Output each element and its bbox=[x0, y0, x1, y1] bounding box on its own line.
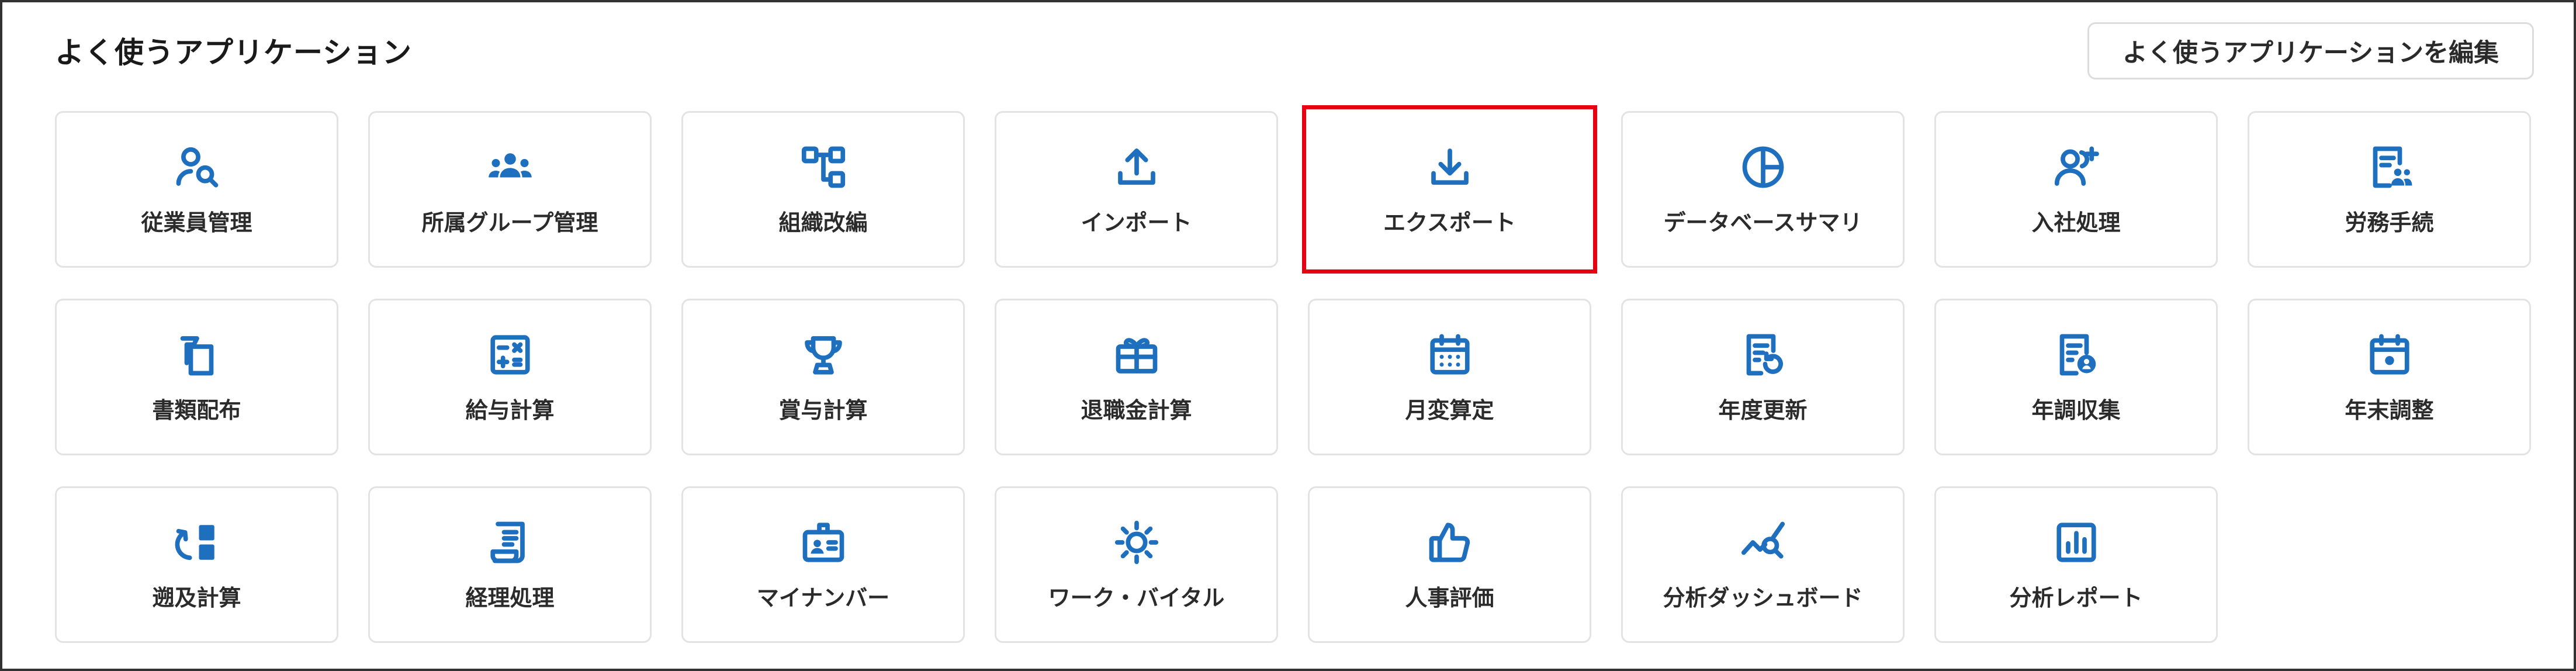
document-person-icon bbox=[2052, 330, 2101, 379]
app-tile-analytics-dashboard[interactable]: 分析ダッシュボード bbox=[1621, 486, 1905, 643]
app-tile-accounting[interactable]: 経理処理 bbox=[368, 486, 652, 643]
org-chart-icon bbox=[799, 143, 848, 192]
app-tile-year-end-collection[interactable]: 年調収集 bbox=[1934, 299, 2218, 455]
app-tile-work-vital[interactable]: ワーク・バイタル bbox=[995, 486, 1278, 643]
app-tile-retirement[interactable]: 退職金計算 bbox=[995, 299, 1278, 455]
app-label: 退職金計算 bbox=[1081, 397, 1192, 423]
document-stack-icon bbox=[172, 330, 221, 379]
app-label: マイナンバー bbox=[756, 584, 890, 611]
calendar-grid-icon bbox=[1425, 330, 1474, 379]
app-label: 月変算定 bbox=[1405, 397, 1494, 423]
id-badge-icon bbox=[799, 518, 848, 567]
bar-report-icon bbox=[2052, 518, 2101, 567]
app-tile-employee-management[interactable]: 従業員管理 bbox=[55, 111, 338, 268]
app-label: 所属グループ管理 bbox=[421, 209, 598, 236]
app-grid: 従業員管理 所属グループ管理 組織改編 インポート エクスポート データベースサ… bbox=[55, 105, 2533, 643]
app-tile-retroactive[interactable]: 遡及計算 bbox=[55, 486, 338, 643]
person-add-icon bbox=[2052, 143, 2101, 192]
edit-favorites-button[interactable]: よく使うアプリケーションを編集 bbox=[2087, 22, 2534, 79]
app-label: 給与計算 bbox=[465, 397, 555, 423]
app-label: 入社処理 bbox=[2031, 209, 2121, 236]
app-label: エクスポート bbox=[1383, 209, 1516, 236]
app-label: 組織改編 bbox=[778, 209, 868, 236]
thumbs-up-icon bbox=[1425, 518, 1474, 567]
app-label: 書類配布 bbox=[152, 397, 241, 423]
app-label: 経理処理 bbox=[465, 584, 555, 611]
trophy-icon bbox=[799, 330, 848, 379]
app-tile-database-summary[interactable]: データベースサマリ bbox=[1621, 111, 1905, 268]
app-label: 分析レポート bbox=[2009, 584, 2143, 611]
receipt-icon bbox=[486, 518, 535, 567]
app-tile-performance-review[interactable]: 人事評価 bbox=[1308, 486, 1591, 643]
gift-icon bbox=[1112, 330, 1161, 379]
calendar-event-icon bbox=[2365, 330, 2414, 379]
app-tile-onboarding[interactable]: 入社処理 bbox=[1934, 111, 2218, 268]
app-label: ワーク・バイタル bbox=[1048, 584, 1225, 611]
app-label: 遡及計算 bbox=[152, 584, 241, 611]
calculator-icon bbox=[486, 330, 535, 379]
app-label: 年調収集 bbox=[2031, 397, 2121, 423]
app-tile-payroll[interactable]: 給与計算 bbox=[368, 299, 652, 455]
app-tile-document-distribution[interactable]: 書類配布 bbox=[55, 299, 338, 455]
app-label: 年度更新 bbox=[1718, 397, 1808, 423]
app-tile-reorganization[interactable]: 組織改編 bbox=[681, 111, 965, 268]
app-label: インポート bbox=[1081, 209, 1192, 236]
upload-icon bbox=[1112, 143, 1161, 192]
app-tile-my-number[interactable]: マイナンバー bbox=[681, 486, 965, 643]
app-tile-export[interactable]: エクスポート bbox=[1302, 105, 1597, 274]
app-tile-bonus[interactable]: 賞与計算 bbox=[681, 299, 965, 455]
app-tile-analytics-report[interactable]: 分析レポート bbox=[1934, 486, 2218, 643]
app-label: 労務手続 bbox=[2345, 209, 2434, 236]
person-search-icon bbox=[172, 143, 221, 192]
labor-document-icon bbox=[2365, 143, 2414, 192]
chart-search-icon bbox=[1739, 518, 1788, 567]
document-refresh-icon bbox=[1739, 330, 1788, 379]
app-tile-year-end-adjustment[interactable]: 年末調整 bbox=[2248, 299, 2531, 455]
app-tile-labor-procedures[interactable]: 労務手続 bbox=[2248, 111, 2531, 268]
app-tile-monthly-revision[interactable]: 月変算定 bbox=[1308, 299, 1591, 455]
favorite-apps-panel: よく使うアプリケーション よく使うアプリケーションを編集 従業員管理 所属グルー… bbox=[0, 0, 2576, 671]
app-tile-annual-renewal[interactable]: 年度更新 bbox=[1621, 299, 1905, 455]
section-title: よく使うアプリケーション bbox=[55, 36, 412, 70]
app-label: 分析ダッシュボード bbox=[1663, 584, 1863, 611]
pie-chart-icon bbox=[1739, 143, 1788, 192]
retroactive-icon bbox=[172, 518, 221, 567]
app-label: データベースサマリ bbox=[1663, 209, 1862, 236]
app-tile-import[interactable]: インポート bbox=[995, 111, 1278, 268]
app-label: 賞与計算 bbox=[778, 397, 868, 423]
sun-icon bbox=[1112, 518, 1161, 567]
app-tile-group-management[interactable]: 所属グループ管理 bbox=[368, 111, 652, 268]
group-icon bbox=[486, 143, 535, 192]
app-label: 年末調整 bbox=[2345, 397, 2434, 423]
app-label: 従業員管理 bbox=[141, 209, 252, 236]
app-label: 人事評価 bbox=[1405, 584, 1494, 611]
download-icon bbox=[1425, 143, 1474, 192]
